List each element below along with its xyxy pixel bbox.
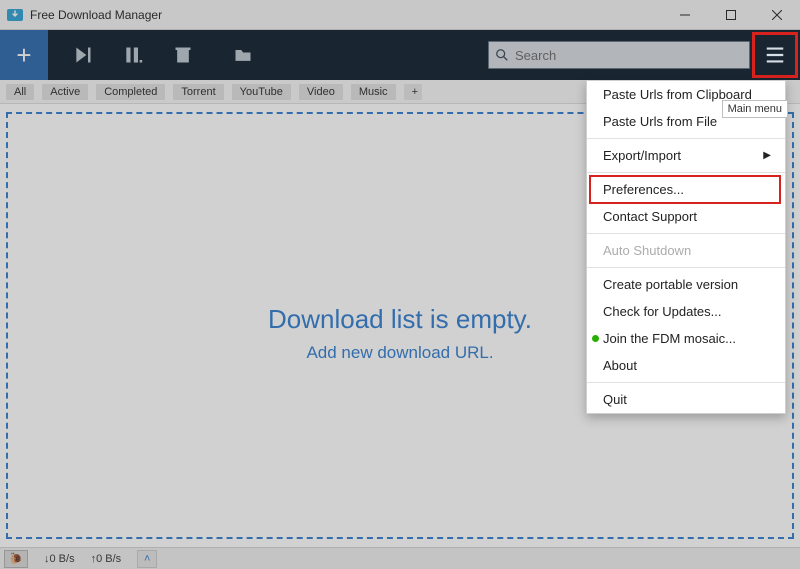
menu-join-mosaic-label: Join the FDM mosaic... (603, 331, 736, 346)
main-menu: Paste Urls from Clipboard Paste Urls fro… (586, 80, 786, 414)
status-bar: 🐌 ↓0 B/s ↑0 B/s ˄ (0, 547, 800, 569)
menu-preferences[interactable]: Preferences... (587, 176, 785, 203)
maximize-button[interactable] (708, 0, 754, 30)
snail-mode-button[interactable]: 🐌 (4, 550, 28, 568)
window-title: Free Download Manager (30, 8, 662, 22)
search-box[interactable] (488, 41, 750, 69)
main-menu-tooltip: Main menu (722, 100, 788, 118)
search-input[interactable] (515, 48, 743, 63)
menu-separator (587, 172, 785, 173)
menu-separator (587, 138, 785, 139)
main-menu-button[interactable] (751, 31, 799, 79)
menu-about[interactable]: About (587, 352, 785, 379)
minimize-button[interactable] (662, 0, 708, 30)
close-button[interactable] (754, 0, 800, 30)
menu-separator (587, 233, 785, 234)
start-button[interactable] (58, 30, 108, 80)
filter-video[interactable]: Video (299, 84, 343, 100)
search-icon (495, 48, 509, 62)
filter-youtube[interactable]: YouTube (232, 84, 291, 100)
menu-join-mosaic[interactable]: Join the FDM mosaic... (587, 325, 785, 352)
menu-portable[interactable]: Create portable version (587, 271, 785, 298)
submenu-arrow-icon: ▶ (763, 150, 771, 161)
menu-auto-shutdown: Auto Shutdown (587, 237, 785, 264)
filter-completed[interactable]: Completed (96, 84, 165, 100)
pause-button[interactable] (108, 30, 158, 80)
hamburger-icon (764, 44, 786, 66)
expand-status-button[interactable]: ˄ (137, 550, 157, 568)
menu-check-updates[interactable]: Check for Updates... (587, 298, 785, 325)
menu-quit[interactable]: Quit (587, 386, 785, 413)
add-filter-button[interactable]: + (404, 84, 422, 100)
delete-button[interactable] (158, 30, 208, 80)
menu-contact-support[interactable]: Contact Support (587, 203, 785, 230)
upload-speed: ↑0 B/s (91, 553, 122, 565)
filter-torrent[interactable]: Torrent (173, 84, 223, 100)
folder-button[interactable] (218, 30, 268, 80)
menu-export-import-label: Export/Import (603, 148, 681, 163)
titlebar: Free Download Manager (0, 0, 800, 30)
filter-active[interactable]: Active (42, 84, 88, 100)
add-download-button[interactable]: + (0, 30, 48, 80)
green-dot-icon (592, 335, 599, 342)
menu-export-import[interactable]: Export/Import ▶ (587, 142, 785, 169)
menu-separator (587, 267, 785, 268)
filter-all[interactable]: All (6, 84, 34, 100)
download-speed: ↓0 B/s (44, 553, 75, 565)
menu-separator (587, 382, 785, 383)
toolbar: + (0, 30, 800, 80)
app-icon (6, 6, 24, 24)
filter-music[interactable]: Music (351, 84, 396, 100)
